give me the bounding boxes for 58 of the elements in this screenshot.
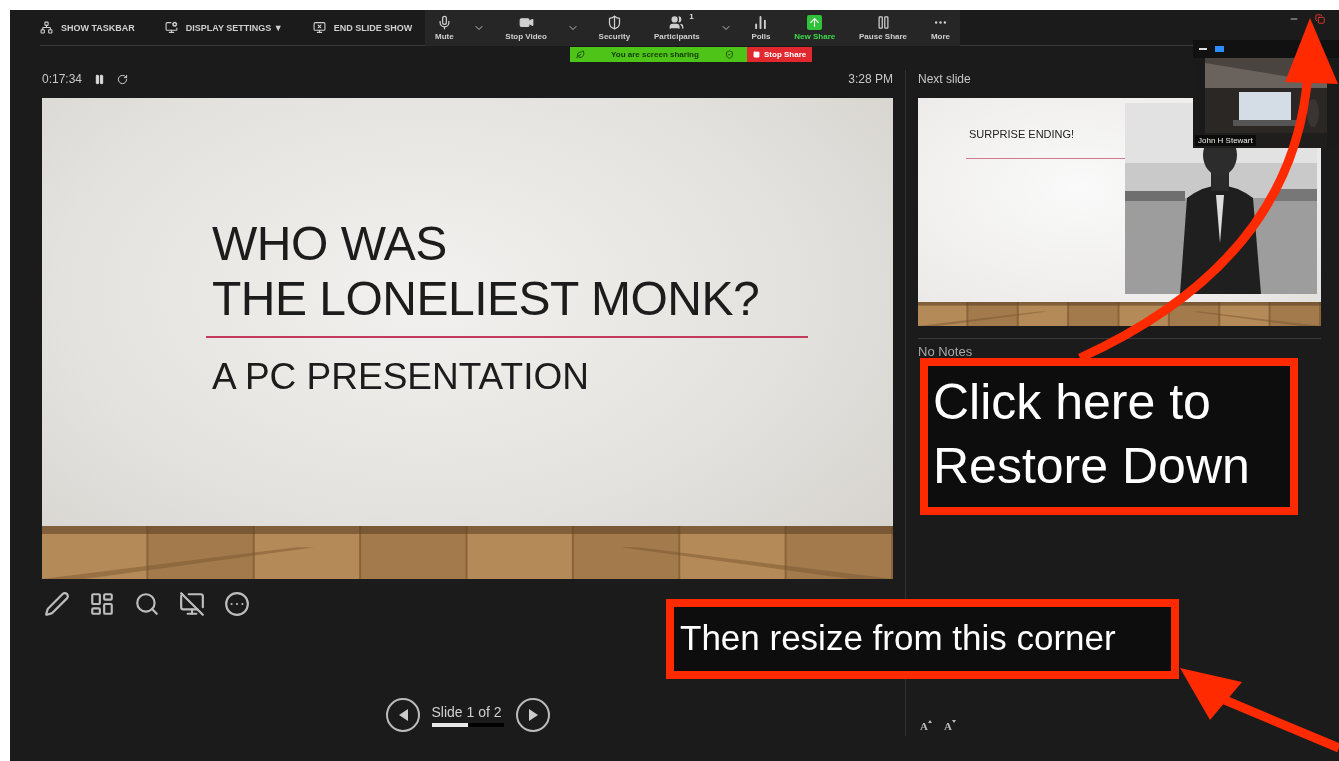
restore-icon[interactable] <box>1315 14 1325 24</box>
tool-button[interactable] <box>44 591 70 617</box>
slide-subtitle: A PC PRESENTATION <box>212 356 590 399</box>
toolbar-button[interactable]: END SLIDE SHOW <box>312 21 413 34</box>
pause-icon[interactable] <box>94 73 106 85</box>
tool-button[interactable] <box>224 591 250 617</box>
up-caret-icon <box>927 720 932 723</box>
tool-button[interactable] <box>179 591 205 617</box>
pen-icon <box>44 591 70 617</box>
taskbar-icon <box>40 21 53 34</box>
more-icon <box>224 591 250 617</box>
previous-slide-button[interactable] <box>385 698 420 732</box>
tool-button[interactable] <box>89 591 115 617</box>
monitor-close-icon <box>312 21 326 34</box>
tool-button[interactable] <box>134 591 160 617</box>
elapsed-timer: 0:17:34 <box>42 72 83 86</box>
slide-title: WHO WAS <box>212 216 448 272</box>
shield-icon <box>724 50 734 59</box>
stop-icon <box>753 51 760 58</box>
toolbar-button[interactable]: Polls <box>747 15 775 41</box>
next-slide-heading: Next slide <box>918 71 972 88</box>
toolbar-button[interactable]: Participants 1 <box>649 15 704 41</box>
video-camera-icon <box>518 15 534 30</box>
down-caret-icon <box>951 720 956 723</box>
monitor-off-icon <box>179 591 205 617</box>
toolbar-button[interactable]: Mute <box>431 15 458 41</box>
callout-text: Then resize from this corner <box>680 618 1116 657</box>
slides-grid-icon <box>89 591 115 617</box>
clock: 3:28 PM <box>848 72 893 86</box>
shield-icon <box>606 15 622 30</box>
reset-icon[interactable] <box>117 73 129 85</box>
next-slide-button[interactable] <box>515 698 550 732</box>
slide-title: SURPRISE ENDING! <box>969 128 1076 140</box>
participant-count: 1 <box>689 12 694 21</box>
search-icon <box>134 591 160 617</box>
stop-share-button[interactable]: Stop Share <box>747 47 813 62</box>
left-triangle-icon <box>397 709 408 721</box>
decrease-font-button[interactable]: A <box>943 720 956 732</box>
notes-text: No Notes <box>918 344 974 359</box>
toolbar-button[interactable]: Security <box>594 15 635 41</box>
toolbar-button[interactable]: New Share <box>790 15 840 41</box>
sharing-status: You are screen sharing <box>611 50 699 59</box>
toolbar-button[interactable]: More <box>926 15 954 41</box>
callout-text: Click here to Restore Down <box>933 374 1250 494</box>
slide-counter: Slide 1 of 2 <box>431 703 503 720</box>
microphone-icon <box>436 15 452 30</box>
leaf-icon <box>576 50 585 59</box>
toolbar-button[interactable]: SHOW TASKBAR <box>40 21 135 34</box>
toolbar-button[interactable]: Pause Share <box>855 15 912 41</box>
toolbar-button[interactable]: DISPLAY SETTINGS ▼ <box>164 21 283 34</box>
toolbar-button[interactable]: Stop Video <box>501 15 551 41</box>
bar-chart-icon <box>753 15 769 30</box>
monitor-gear-icon <box>164 21 178 34</box>
increase-font-button[interactable]: A <box>920 720 932 732</box>
slide-title: THE LONELIEST MONK? <box>212 271 761 327</box>
right-triangle-icon <box>527 709 538 721</box>
people-icon <box>669 15 685 30</box>
pause-icon <box>875 15 891 30</box>
